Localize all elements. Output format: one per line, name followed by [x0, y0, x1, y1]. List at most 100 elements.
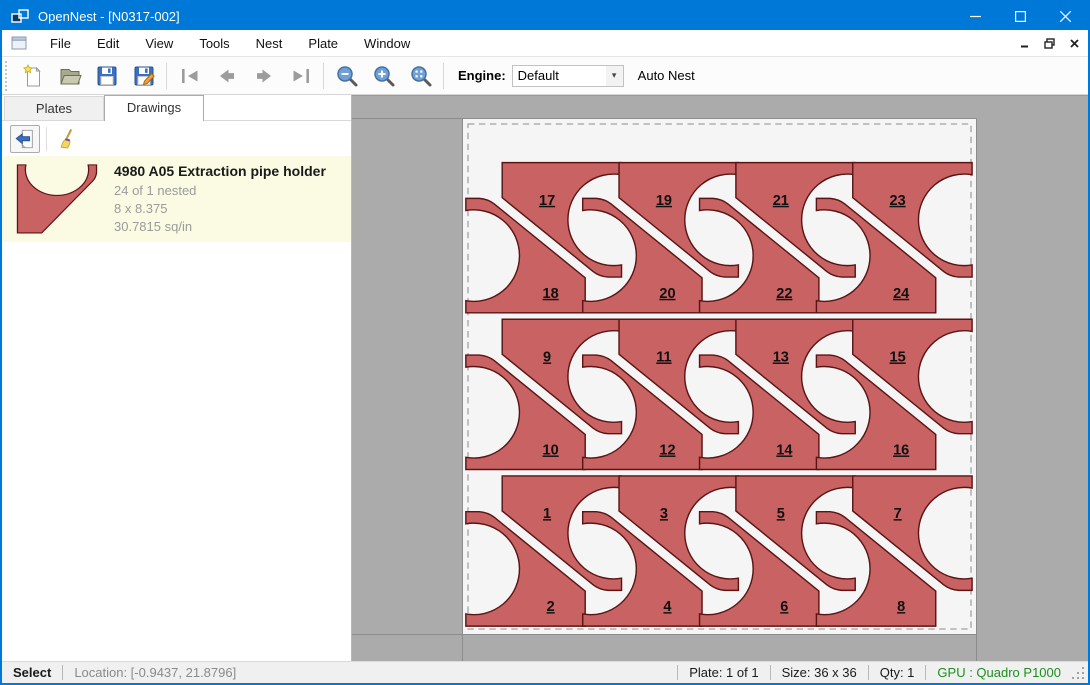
main-toolbar: Engine: Default ▾ Auto Nest [2, 57, 1088, 95]
zoom-in-button[interactable] [365, 60, 402, 92]
status-gpu: GPU : Quadro P1000 [926, 665, 1072, 680]
import-drawing-icon [14, 128, 36, 150]
go-last-icon [289, 64, 313, 88]
status-qty: Qty: 1 [869, 665, 926, 680]
status-size: Size: 36 x 36 [771, 665, 868, 680]
drawing-list-item[interactable]: 4980 A05 Extraction pipe holder 24 of 1 … [2, 156, 351, 242]
tab-drawings[interactable]: Drawings [104, 95, 204, 121]
new-document-icon [21, 64, 45, 88]
open-button[interactable] [51, 60, 88, 92]
zoom-fit-icon [409, 64, 433, 88]
go-previous-icon [215, 64, 239, 88]
zoom-in-icon [372, 64, 396, 88]
menu-tools[interactable]: Tools [186, 31, 242, 56]
save-as-icon [132, 64, 156, 88]
part-number: 6 [780, 599, 788, 615]
part-number: 8 [897, 599, 905, 615]
maximize-button[interactable] [998, 2, 1043, 30]
sidebar-tabstrip: Plates Drawings [2, 95, 351, 121]
toolbar-separator [323, 63, 324, 89]
part-number: 10 [543, 442, 559, 458]
clean-button[interactable] [53, 125, 83, 153]
part-number: 18 [543, 286, 559, 302]
save-as-button[interactable] [125, 60, 162, 92]
mdi-restore-button[interactable] [1038, 33, 1060, 53]
resize-grip[interactable] [1072, 665, 1086, 681]
part-number: 21 [773, 193, 789, 209]
close-icon [1060, 11, 1071, 22]
chevron-down-icon[interactable]: ▾ [606, 66, 623, 86]
part-number: 1 [543, 506, 551, 522]
go-next-icon [252, 64, 276, 88]
maximize-icon [1015, 11, 1026, 22]
mdi-minimize-button[interactable] [1013, 33, 1035, 53]
zoom-out-button[interactable] [328, 60, 365, 92]
tab-plates[interactable]: Plates [4, 96, 104, 120]
status-mode: Select [2, 665, 62, 680]
menu-view[interactable]: View [132, 31, 186, 56]
app-window: OpenNest - [N0317-002] File Edit View To… [0, 0, 1090, 685]
menubar: File Edit View Tools Nest Plate Window [2, 30, 1088, 57]
engine-combobox[interactable]: Default ▾ [512, 65, 624, 87]
part-number: 23 [890, 193, 906, 209]
minimize-icon [970, 11, 981, 22]
clean-broom-icon [57, 128, 79, 150]
part-number: 4 [663, 599, 672, 615]
toolbar-grip[interactable] [5, 61, 10, 91]
drawing-size: 8 x 8.375 [114, 200, 326, 218]
save-icon [95, 64, 119, 88]
drawings-toolbar [2, 121, 351, 156]
menu-window[interactable]: Window [351, 31, 423, 56]
part-number: 5 [777, 506, 785, 522]
engine-value: Default [513, 68, 606, 83]
go-first-button[interactable] [171, 60, 208, 92]
menu-plate[interactable]: Plate [295, 31, 351, 56]
go-previous-button[interactable] [208, 60, 245, 92]
statusbar: Select Location: [-0.9437, 21.8796] Plat… [2, 661, 1088, 683]
go-first-icon [178, 64, 202, 88]
plate-drawing: 171819202122232491011121314151612345678 [463, 119, 976, 634]
go-next-button[interactable] [245, 60, 282, 92]
titlebar: OpenNest - [N0317-002] [2, 2, 1088, 30]
part-number: 7 [894, 506, 902, 522]
toolbar-separator [166, 63, 167, 89]
plate[interactable]: 171819202122232491011121314151612345678 [462, 118, 977, 635]
part-number: 16 [893, 442, 909, 458]
import-drawing-button[interactable] [10, 125, 40, 153]
menu-nest[interactable]: Nest [243, 31, 296, 56]
toolbar-separator [443, 63, 444, 89]
zoom-out-icon [335, 64, 359, 88]
mdi-close-button[interactable] [1063, 33, 1085, 53]
nesting-canvas[interactable]: 171819202122232491011121314151612345678 [352, 95, 1088, 661]
open-folder-icon [58, 64, 82, 88]
plate-guide-line [352, 118, 462, 119]
part-number: 12 [659, 442, 675, 458]
part-number: 24 [893, 286, 910, 302]
menu-edit[interactable]: Edit [84, 31, 132, 56]
zoom-fit-button[interactable] [402, 60, 439, 92]
nested-part[interactable] [17, 165, 96, 233]
status-location: Location: [-0.9437, 21.8796] [63, 665, 247, 680]
part-number: 13 [773, 349, 789, 365]
document-icon [11, 36, 27, 50]
drawing-nested-count: 24 of 1 nested [114, 182, 326, 200]
mdi-close-icon [1070, 39, 1079, 48]
close-button[interactable] [1043, 2, 1088, 30]
new-button[interactable] [14, 60, 51, 92]
menu-file[interactable]: File [37, 31, 84, 56]
engine-label: Engine: [458, 68, 506, 83]
plate-guide-line [462, 635, 463, 661]
panel-toolbar-separator [46, 127, 47, 151]
part-number: 9 [543, 349, 551, 365]
go-last-button[interactable] [282, 60, 319, 92]
auto-nest-button[interactable]: Auto Nest [638, 68, 695, 83]
drawing-info: 4980 A05 Extraction pipe holder 24 of 1 … [114, 163, 326, 236]
save-button[interactable] [88, 60, 125, 92]
part-number: 3 [660, 506, 668, 522]
part-number: 17 [539, 193, 555, 209]
part-number: 2 [547, 599, 555, 615]
part-number: 15 [890, 349, 906, 365]
minimize-button[interactable] [953, 2, 998, 30]
main-area: Plates Drawings [2, 95, 1088, 661]
part-number: 20 [659, 286, 675, 302]
